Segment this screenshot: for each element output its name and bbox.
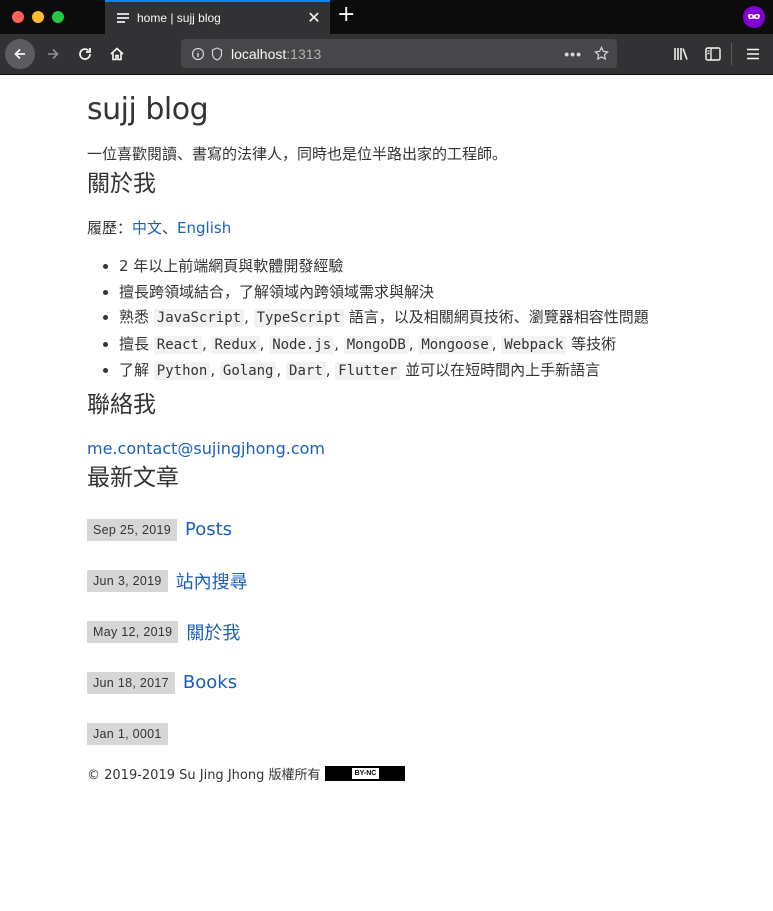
back-button[interactable]	[5, 39, 35, 69]
library-button[interactable]	[666, 39, 696, 69]
post-title-link[interactable]: Posts	[185, 519, 232, 540]
home-button[interactable]	[102, 39, 132, 69]
post-date: Jun 3, 2019	[87, 569, 168, 592]
forward-button[interactable]	[38, 39, 68, 69]
resume-en-link[interactable]: English	[177, 219, 231, 237]
code-javascript: JavaScript	[153, 309, 245, 327]
code-dart: Dart	[286, 362, 326, 380]
skills-list: 2 年以上前端網頁與軟體開發經驗 擅長跨領域結合，了解領域內跨領域需求與解決 熟…	[87, 254, 733, 385]
close-window-button[interactable]	[12, 11, 24, 23]
page-icon	[117, 13, 129, 23]
post-date: Jun 18, 2017	[87, 671, 175, 694]
sidebar-icon	[705, 47, 721, 61]
site-title[interactable]: sujj blog	[87, 92, 733, 127]
home-icon	[110, 47, 124, 61]
private-browsing-icon	[743, 6, 765, 28]
site-tagline: 一位喜歡閱讀、書寫的法律人，同時也是位半路出家的工程師。	[87, 145, 508, 163]
email-link[interactable]: me.contact@sujingjhong.com	[87, 439, 325, 458]
close-tab-icon[interactable]: ✕	[304, 8, 324, 28]
minimize-window-button[interactable]	[32, 11, 44, 23]
code-webpack: Webpack	[501, 335, 567, 354]
url-text[interactable]: localhost:1313	[231, 46, 564, 62]
post-item: Jun 18, 2017 Books	[87, 669, 733, 697]
code-python: Python	[153, 362, 211, 380]
copyright-text: © 2019-2019 Su Jing Jhong 版權所有	[87, 767, 321, 783]
code-react: React	[153, 335, 202, 354]
latest-posts-heading: 最新文章	[87, 464, 179, 491]
browser-tab-active[interactable]: home | sujj blog ✕	[105, 0, 330, 34]
about-heading: 關於我	[87, 171, 156, 197]
post-title-link[interactable]: Books	[183, 672, 237, 693]
post-title-link[interactable]: 站內搜尋	[176, 568, 248, 594]
post-date: Sep 25, 2019	[87, 518, 177, 541]
browser-nav-bar: localhost:1313 •••	[0, 34, 773, 75]
skill-item: 熟悉 JavaScript, TypeScript 語言，以及相關網頁技術、瀏覽…	[119, 305, 733, 332]
footer: © 2019-2019 Su Jing Jhong 版權所有 BY-NC	[87, 764, 733, 783]
resume-line: 履歷：中文、English	[87, 217, 733, 238]
resume-label: 履歷：	[87, 219, 133, 237]
code-golang: Golang	[219, 362, 277, 380]
bookmark-star-icon[interactable]	[594, 46, 609, 61]
skill-item: 擅長跨領域結合，了解領域內跨領域需求與解決	[119, 280, 733, 306]
code-mongoose: Mongoose	[418, 335, 492, 354]
code-flutter: Flutter	[335, 362, 401, 380]
code-mongodb: MongoDB	[343, 335, 409, 354]
cc-license-badge[interactable]: BY-NC	[325, 765, 406, 781]
posts-list: Sep 25, 2019 Posts Jun 3, 2019 站內搜尋 May …	[87, 516, 733, 748]
resume-separator: 、	[162, 219, 178, 237]
post-item: Jan 1, 0001	[87, 720, 733, 748]
browser-tab-bar: home | sujj blog ✕ +	[0, 0, 773, 34]
page-content: sujj blog 一位喜歡閱讀、書寫的法律人，同時也是位半路出家的工程師。 關…	[0, 92, 773, 783]
info-icon[interactable]	[191, 47, 205, 61]
post-date: Jan 1, 0001	[87, 722, 168, 745]
code-typescript: TypeScript	[253, 309, 344, 327]
tab-title: home | sujj blog	[137, 11, 221, 25]
window-controls	[12, 11, 64, 23]
skill-item: 了解 Python, Golang, Dart, Flutter 並可以在短時間…	[119, 358, 733, 385]
code-nodejs: Node.js	[269, 335, 335, 354]
reload-button[interactable]	[70, 39, 100, 69]
code-redux: Redux	[211, 335, 260, 354]
cc-license-label: BY-NC	[351, 767, 380, 779]
arrow-right-icon	[48, 48, 59, 60]
post-item: May 12, 2019 關於我	[87, 618, 733, 646]
page-actions-icon[interactable]: •••	[564, 46, 582, 62]
skill-item: 擅長 React, Redux, Node.js, MongoDB, Mongo…	[119, 332, 733, 359]
reload-icon	[79, 48, 91, 60]
post-date: May 12, 2019	[87, 620, 179, 643]
arrow-left-icon	[14, 48, 25, 60]
maximize-window-button[interactable]	[52, 11, 64, 23]
post-item: Sep 25, 2019 Posts	[87, 516, 733, 544]
post-item: Jun 3, 2019 站內搜尋	[87, 567, 733, 595]
shield-icon[interactable]	[211, 46, 223, 61]
post-title-link[interactable]: 關於我	[186, 619, 240, 645]
new-tab-icon[interactable]: +	[337, 2, 355, 27]
skill-item: 2 年以上前端網頁與軟體開發經驗	[119, 254, 733, 280]
contact-heading: 聯絡我	[87, 391, 156, 418]
menu-button[interactable]	[738, 39, 768, 69]
resume-zh-link[interactable]: 中文	[132, 219, 162, 237]
sidebar-button[interactable]	[698, 39, 728, 69]
library-icon	[674, 48, 688, 60]
url-bar[interactable]: localhost:1313 •••	[181, 39, 617, 68]
hamburger-menu-icon	[747, 48, 759, 60]
